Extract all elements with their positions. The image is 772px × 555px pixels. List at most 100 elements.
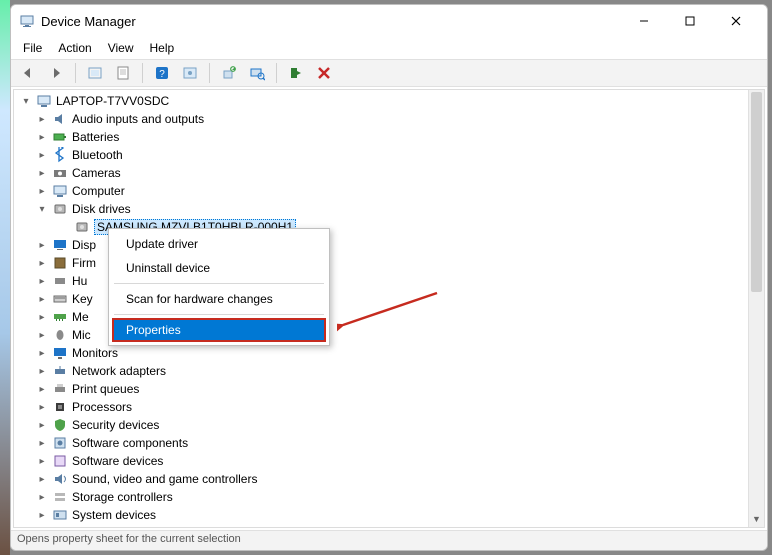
menu-view[interactable]: View — [100, 39, 142, 57]
tree-label: Sound, video and game controllers — [72, 472, 257, 486]
disk-icon — [52, 201, 68, 217]
tree-category[interactable]: ▸Monitors — [14, 344, 764, 362]
action-button[interactable] — [179, 62, 201, 84]
tree-category[interactable]: ▸Computer — [14, 182, 764, 200]
context-properties[interactable]: Properties — [112, 318, 326, 342]
storage-icon — [52, 489, 68, 505]
hid-icon — [52, 273, 68, 289]
context-menu: Update driverUninstall device Scan for ha… — [108, 228, 330, 346]
scroll-down-arrow[interactable]: ▼ — [749, 511, 764, 527]
sound-icon — [52, 471, 68, 487]
menu-action[interactable]: Action — [50, 39, 99, 57]
tree-label: Computer — [72, 184, 125, 198]
tree-label: Disp — [72, 238, 96, 252]
computer-icon — [52, 183, 68, 199]
disk-icon — [74, 219, 90, 235]
battery-icon — [52, 129, 68, 145]
scrollbar-thumb[interactable] — [751, 92, 762, 292]
tree-label: Hu — [72, 274, 87, 288]
tree-label: Security devices — [72, 418, 159, 432]
context-scan-for-hardware-changes[interactable]: Scan for hardware changes — [112, 287, 326, 311]
toolbar-separator — [142, 63, 143, 83]
back-button[interactable] — [17, 62, 39, 84]
display-icon — [52, 237, 68, 253]
tree-label: LAPTOP-T7VV0SDC — [56, 94, 169, 108]
app-icon — [19, 13, 35, 29]
menu-divider — [114, 314, 324, 315]
softcomp-icon — [52, 435, 68, 451]
security-icon — [52, 417, 68, 433]
printer-icon — [52, 381, 68, 397]
tree-category[interactable]: ▸Storage controllers — [14, 488, 764, 506]
network-icon — [52, 363, 68, 379]
toolbar: ? — [11, 59, 767, 87]
scan-hardware-button[interactable] — [246, 62, 268, 84]
tree-category[interactable]: ▸Print queues — [14, 380, 764, 398]
desktop-strip — [0, 0, 10, 555]
tree-category[interactable]: ▸Processors — [14, 398, 764, 416]
tree-label: Key — [72, 292, 93, 306]
tree-category[interactable]: ▸Software components — [14, 434, 764, 452]
minimize-button[interactable] — [621, 7, 667, 35]
toolbar-separator — [276, 63, 277, 83]
bluetooth-icon — [52, 147, 68, 163]
mice-icon — [52, 327, 68, 343]
menubar: File Action View Help — [11, 37, 767, 59]
firmware-icon — [52, 255, 68, 271]
svg-text:?: ? — [159, 69, 165, 80]
tree-category[interactable]: ▸Bluetooth — [14, 146, 764, 164]
tree-label: Print queues — [72, 382, 139, 396]
uninstall-button[interactable] — [313, 62, 335, 84]
tree-label: Bluetooth — [72, 148, 123, 162]
tree-label: Cameras — [72, 166, 121, 180]
toolbar-separator — [75, 63, 76, 83]
tree-category[interactable]: ▾Disk drives — [14, 200, 764, 218]
usb-icon — [52, 525, 68, 528]
tree-category[interactable]: ▸Cameras — [14, 164, 764, 182]
show-hidden-button[interactable] — [84, 62, 106, 84]
tree-category[interactable]: ▸Security devices — [14, 416, 764, 434]
audio-icon — [52, 111, 68, 127]
vertical-scrollbar[interactable]: ▲ ▼ — [748, 90, 764, 527]
system-icon — [52, 507, 68, 523]
close-button[interactable] — [713, 7, 759, 35]
tree-label: Universal Serial Bus controllers — [72, 526, 239, 528]
tree-label: Firm — [72, 256, 96, 270]
enable-device-button[interactable] — [285, 62, 307, 84]
tree-category[interactable]: ▸Universal Serial Bus controllers — [14, 524, 764, 528]
tree-label: Disk drives — [72, 202, 131, 216]
tree-category[interactable]: ▸System devices — [14, 506, 764, 524]
tree-category[interactable]: ▸Network adapters — [14, 362, 764, 380]
properties-button[interactable] — [112, 62, 134, 84]
titlebar[interactable]: Device Manager — [11, 5, 767, 37]
tree-label: Me — [72, 310, 89, 324]
tree-label: Software devices — [72, 454, 163, 468]
camera-icon — [52, 165, 68, 181]
tree-category[interactable]: ▸Sound, video and game controllers — [14, 470, 764, 488]
tree-label: Network adapters — [72, 364, 166, 378]
context-uninstall-device[interactable]: Uninstall device — [112, 256, 326, 280]
device-manager-window: Device Manager File Action View Help ? ▾… — [10, 4, 768, 551]
tree-label: Software components — [72, 436, 188, 450]
tree-label: Monitors — [72, 346, 118, 360]
forward-button[interactable] — [45, 62, 67, 84]
menu-file[interactable]: File — [15, 39, 50, 57]
memory-icon — [52, 309, 68, 325]
status-bar: Opens property sheet for the current sel… — [11, 530, 767, 550]
keyboard-icon — [52, 291, 68, 307]
tree-category[interactable]: ▸Batteries — [14, 128, 764, 146]
context-update-driver[interactable]: Update driver — [112, 232, 326, 256]
cpu-icon — [52, 399, 68, 415]
menu-divider — [114, 283, 324, 284]
maximize-button[interactable] — [667, 7, 713, 35]
toolbar-separator — [209, 63, 210, 83]
softdev-icon — [52, 453, 68, 469]
tree-category[interactable]: ▸Software devices — [14, 452, 764, 470]
help-button[interactable]: ? — [151, 62, 173, 84]
menu-help[interactable]: Help — [142, 39, 183, 57]
tree-root[interactable]: ▾LAPTOP-T7VV0SDC — [14, 92, 764, 110]
tree-label: Batteries — [72, 130, 119, 144]
computer-icon — [36, 93, 52, 109]
update-driver-button[interactable] — [218, 62, 240, 84]
tree-category[interactable]: ▸Audio inputs and outputs — [14, 110, 764, 128]
